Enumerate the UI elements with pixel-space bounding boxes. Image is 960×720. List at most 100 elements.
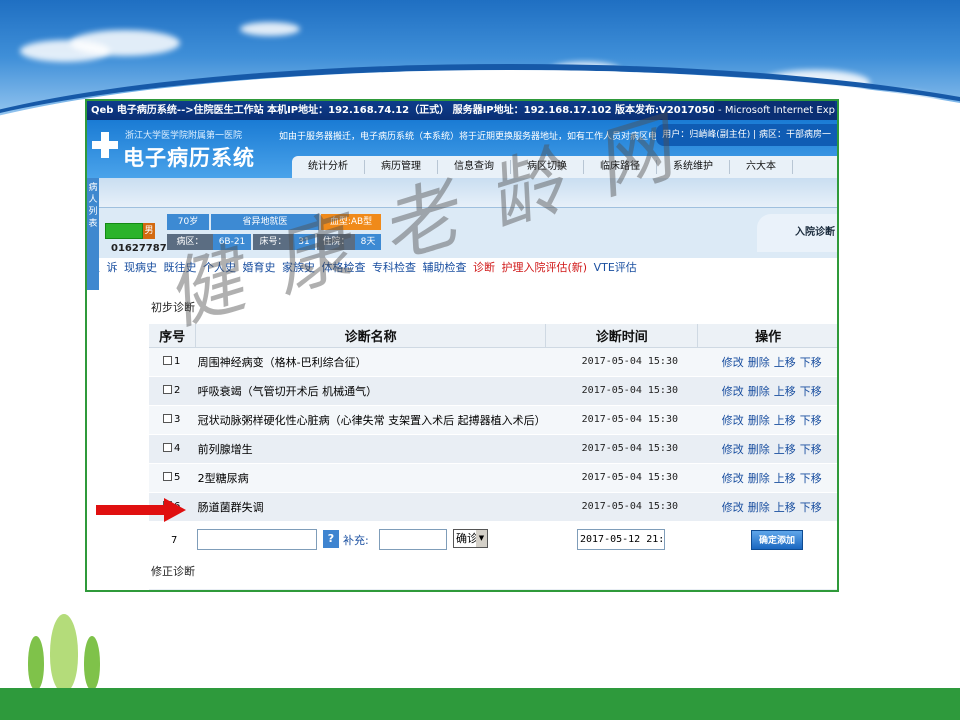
move-down-link[interactable]: 下移 xyxy=(800,472,822,485)
move-up-link[interactable]: 上移 xyxy=(774,472,796,485)
blood-type: 血型:AB型 xyxy=(321,214,381,230)
tab-present-illness[interactable]: 现病史 xyxy=(124,261,157,274)
cloud xyxy=(240,22,300,36)
window-title-bar: Qeb 电子病历系统-->住院医生工作站 本机IP地址：192.168.74.1… xyxy=(87,101,837,120)
row-no: 1 xyxy=(174,356,181,367)
header-no: 序号 xyxy=(149,324,197,348)
edit-link[interactable]: 修改 xyxy=(722,385,744,398)
row-no: 5 xyxy=(174,472,181,483)
row-diagnosis-time: 2017-05-04 15:30 xyxy=(545,463,698,493)
row-diagnosis-time: 2017-05-04 15:30 xyxy=(545,405,698,435)
move-up-link[interactable]: 上移 xyxy=(774,356,796,369)
stay-value: 8天 xyxy=(355,234,381,250)
certainty-select[interactable]: 确诊 ▼ xyxy=(453,529,488,548)
certainty-value: 确诊 xyxy=(456,532,478,545)
user-info: 用户：归峭峰(副主任) | 病区：干部病房一 xyxy=(656,124,837,146)
cloud xyxy=(70,30,180,56)
table-row: 2 呼吸衰竭（气管切开术后 机械通气） 2017-05-04 15:30 修改删… xyxy=(149,376,837,406)
row-checkbox[interactable] xyxy=(163,472,172,481)
delete-link[interactable]: 删除 xyxy=(748,414,770,427)
main-menu: 统计分析 病历管理 信息查询 病区切换 临床路径 系统维护 六大本 xyxy=(292,156,837,178)
row-diagnosis-name: 肠道菌群失调 xyxy=(195,492,546,522)
row-no: 2 xyxy=(174,385,181,396)
medical-cross-icon xyxy=(92,132,118,158)
confirm-add-button[interactable]: 确定添加 xyxy=(751,530,803,550)
table-row: 6 肠道菌群失调 2017-05-04 15:30 修改删除上移下移 xyxy=(149,492,837,522)
ward-value: 6B-21 xyxy=(213,234,251,250)
notice-marquee: 如由于服务器搬迁，电子病历系统（本系统）将于近期更换服务器地址，如有工作人员对病… xyxy=(279,132,658,142)
supplement-input[interactable] xyxy=(379,529,447,550)
move-down-link[interactable]: 下移 xyxy=(800,414,822,427)
move-up-link[interactable]: 上移 xyxy=(774,385,796,398)
edit-link[interactable]: 修改 xyxy=(722,501,744,514)
tab-nursing-assessment[interactable]: 护理入院评估(新) xyxy=(502,261,588,274)
edit-link[interactable]: 修改 xyxy=(722,414,744,427)
tab-physical-exam[interactable]: 体格检查 xyxy=(322,261,366,274)
row-checkbox[interactable] xyxy=(163,385,172,394)
supplement-label: 补充: xyxy=(343,534,369,547)
hospital-name: 浙江大学医学院附属第一医院 xyxy=(125,131,243,141)
move-down-link[interactable]: 下移 xyxy=(800,356,822,369)
edit-link[interactable]: 修改 xyxy=(722,356,744,369)
diagnosis-name-input[interactable] xyxy=(197,529,317,550)
tab-auxiliary-exam[interactable]: 辅助检查 xyxy=(423,261,467,274)
row-diagnosis-time: 2017-05-04 15:30 xyxy=(545,347,698,377)
tab-past-history[interactable]: 既往史 xyxy=(164,261,197,274)
table-header: 序号 诊断名称 诊断时间 操作 xyxy=(149,324,837,348)
delete-link[interactable]: 删除 xyxy=(748,356,770,369)
menu-six-books[interactable]: 六大本 xyxy=(730,160,793,174)
tab-diagnosis[interactable]: 诊断 xyxy=(473,261,495,274)
header-time: 诊断时间 xyxy=(545,324,699,348)
dropdown-arrow-icon[interactable]: ▼ xyxy=(476,530,487,547)
table-row: 3 冠状动脉粥样硬化性心脏病（心律失常 支架置入术后 起搏器植入术后） 2017… xyxy=(149,405,837,435)
tab-specialty-exam[interactable]: 专科检查 xyxy=(372,261,416,274)
patient-sex: 男 xyxy=(143,223,155,239)
delete-link[interactable]: 删除 xyxy=(748,443,770,456)
menu-switch-ward[interactable]: 病区切换 xyxy=(511,160,584,174)
row-diagnosis-time: 2017-05-04 15:30 xyxy=(545,492,698,522)
move-down-link[interactable]: 下移 xyxy=(800,501,822,514)
menu-query[interactable]: 信息查询 xyxy=(438,160,511,174)
tab-vte-assessment[interactable]: VTE评估 xyxy=(594,261,637,274)
menu-statistics[interactable]: 统计分析 xyxy=(292,160,365,174)
move-up-link[interactable]: 上移 xyxy=(774,443,796,456)
initial-diagnosis-label: 初步诊断 xyxy=(151,301,195,314)
row-checkbox[interactable] xyxy=(163,356,172,365)
edit-link[interactable]: 修改 xyxy=(722,443,744,456)
browser-name: - Microsoft Internet Exp xyxy=(714,101,835,120)
tab-marital-history[interactable]: 婚育史 xyxy=(243,261,276,274)
revised-table-header xyxy=(149,589,837,590)
table-row: 1 周围神经病变（格林-巴利综合征） 2017-05-04 15:30 修改 删除… xyxy=(149,347,837,377)
move-up-link[interactable]: 上移 xyxy=(774,501,796,514)
table-row: 5 2型糖尿病 2017-05-04 15:30 修改 删除 上移 下移 xyxy=(149,463,837,493)
menu-maintenance[interactable]: 系统维护 xyxy=(657,160,730,174)
diagnosis-time-input[interactable] xyxy=(577,529,665,550)
move-up-link[interactable]: 上移 xyxy=(774,414,796,427)
edit-link[interactable]: 修改 xyxy=(722,472,744,485)
tree-icon xyxy=(28,636,44,690)
row-diagnosis-name: 前列腺增生 xyxy=(195,434,546,464)
app-header: 浙江大学医学院附属第一医院 电子病历系统 如由于服务器搬迁，电子病历系统（本系统… xyxy=(87,120,837,178)
delete-link[interactable]: 删除 xyxy=(748,385,770,398)
revised-diagnosis-label: 修正诊断 xyxy=(151,565,195,578)
row-no: 4 xyxy=(174,443,181,454)
table-row: 4 前列腺增生 2017-05-04 15:30 修改 删除 上移 下移 xyxy=(149,434,837,464)
new-row-no: 7 xyxy=(171,535,178,546)
toolbar-band xyxy=(87,178,837,208)
delete-link[interactable]: 删除 xyxy=(748,501,770,514)
diagnosis-lookup-button[interactable]: ? xyxy=(323,530,339,548)
tab-personal-history[interactable]: 个人史 xyxy=(203,261,236,274)
delete-link[interactable]: 删除 xyxy=(748,472,770,485)
menu-records[interactable]: 病历管理 xyxy=(365,160,438,174)
move-down-link[interactable]: 下移 xyxy=(800,443,822,456)
row-checkbox[interactable] xyxy=(163,443,172,452)
tab-complaint[interactable]: 诉 xyxy=(107,261,118,274)
move-down-link[interactable]: 下移 xyxy=(800,385,822,398)
row-diagnosis-time: 2017-05-04 15:30 xyxy=(545,376,698,406)
patient-list-tab[interactable]: 病人列表 xyxy=(87,178,99,290)
row-checkbox[interactable] xyxy=(163,414,172,423)
admission-diagnosis[interactable]: 入院诊断 xyxy=(757,214,837,252)
bed-value: 31 xyxy=(293,234,315,250)
tab-family-history[interactable]: 家族史 xyxy=(282,261,315,274)
menu-clinical-path[interactable]: 临床路径 xyxy=(584,160,657,174)
